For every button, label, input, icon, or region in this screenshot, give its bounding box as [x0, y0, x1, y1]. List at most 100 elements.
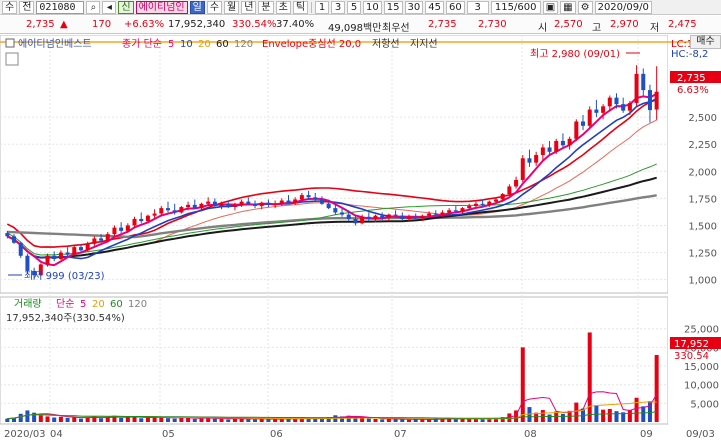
candle-body	[18, 242, 23, 256]
candle-body	[487, 201, 492, 205]
period-button-30[interactable]: 30	[404, 0, 424, 14]
legend-ma10: 10	[180, 39, 193, 50]
candle-body	[373, 215, 378, 219]
volume-bar	[634, 397, 639, 422]
chart-area[interactable]: 에이티넘인베스트 종가 단순 5 10 20 60 120 Envelope중심…	[0, 35, 721, 442]
volume-bar	[380, 419, 385, 422]
high-price: 2,970	[610, 19, 639, 30]
candle-body	[165, 208, 171, 211]
speaker-icon[interactable]: ◂	[102, 0, 117, 14]
volume-bar	[607, 408, 612, 422]
volume-bar	[627, 410, 632, 422]
candle-body	[574, 121, 579, 139]
change-percent: +6.63%	[124, 19, 165, 30]
period-button-15[interactable]: 15	[383, 0, 403, 14]
turnover: 37.40%	[276, 19, 315, 30]
candle-body	[306, 195, 311, 198]
candle-body	[581, 121, 586, 126]
volume-bar	[460, 419, 465, 422]
legend-checkbox[interactable]	[5, 38, 15, 48]
period-button-3[interactable]: 3	[331, 0, 346, 14]
volume-bar	[99, 418, 104, 422]
price-legend-ma-label: 종가 단순	[122, 38, 162, 50]
candle-body	[52, 255, 57, 260]
x-label-05: 05	[162, 429, 175, 440]
candle-body	[239, 201, 244, 205]
settings-icon[interactable]: ⚙	[577, 0, 593, 14]
price-type-button[interactable]: 수	[2, 0, 18, 14]
chart-toolbar: 수 전 021080 ⌕ ◂ 신 에이티넘인 일 수 월 년 분 초 틱 1 3…	[0, 0, 721, 15]
volume-bar	[165, 418, 171, 422]
tab-daily[interactable]: 일	[189, 0, 205, 14]
volume: 17,952,340	[168, 19, 226, 30]
candle-body	[493, 199, 499, 202]
stock-code-input[interactable]: 021080	[36, 0, 85, 14]
tab-second[interactable]: 초	[275, 0, 291, 14]
search-icon[interactable]: ⌕	[86, 0, 101, 14]
buy-button[interactable]: 매수	[690, 35, 721, 49]
quote-bar: 2,735 ▲ 170 +6.63% 17,952,340 330.54% 37…	[0, 16, 721, 34]
candle-body	[480, 203, 485, 205]
candle-body	[420, 215, 425, 218]
price-volume-chart[interactable]: 에이티넘인베스트 종가 단순 5 10 20 60 120 Envelope중심…	[0, 35, 721, 442]
volume-bar	[226, 419, 231, 422]
count-field[interactable]: 115/600	[490, 0, 541, 14]
grid-icon[interactable]: ▦	[560, 0, 576, 14]
volume-bar	[547, 414, 552, 422]
volume-bar	[453, 419, 458, 422]
candle-body	[527, 158, 532, 163]
low-price: 2,475	[668, 19, 697, 30]
volume-bar	[266, 419, 271, 422]
date-field[interactable]: 2020/09/0	[594, 0, 652, 14]
legend-ma120: 120	[234, 39, 253, 50]
stock-name-tag[interactable]: 신	[118, 0, 134, 14]
volume-bar	[145, 417, 150, 422]
candle-body	[460, 208, 465, 212]
candle-body	[12, 236, 17, 243]
x-label-08: 08	[524, 429, 537, 440]
volume-bar	[520, 347, 525, 422]
stock-name-label[interactable]: 에이티넘인	[135, 0, 188, 14]
period-button-45[interactable]: 45	[425, 0, 444, 14]
volume-bar	[594, 405, 599, 422]
period-button-1[interactable]: 1	[315, 0, 330, 14]
market-button[interactable]: 전	[19, 0, 35, 14]
tab-weekly[interactable]: 수	[206, 0, 223, 14]
volume-bar	[152, 417, 157, 422]
period-select[interactable]: 3	[466, 0, 489, 14]
current-volume-tag-text: 17,952	[674, 339, 709, 350]
lock-icon[interactable]: ▣	[542, 0, 559, 14]
period-button-60[interactable]: 60	[445, 0, 465, 14]
candle-body	[145, 215, 150, 222]
volume-summary: 17,952,340주(330.54%)	[6, 313, 125, 324]
x-axis: 2020/03 04 05 06 07 08 09 09/03	[4, 429, 715, 440]
tab-yearly[interactable]: 년	[241, 0, 257, 14]
candle-body	[433, 213, 438, 215]
volume-bar	[413, 419, 418, 422]
volume-tick-label: 15,000	[684, 362, 719, 373]
volume-bar	[560, 413, 565, 422]
candle-body	[72, 247, 77, 255]
candle-body	[393, 214, 398, 216]
candle-body	[246, 201, 251, 204]
period-button-10[interactable]: 10	[363, 0, 382, 14]
grid-toggle-icon[interactable]	[5, 52, 19, 66]
volume-legend-ma120: 120	[128, 299, 147, 310]
volume-bar	[273, 419, 278, 422]
volume-bar	[373, 419, 378, 422]
volume-bar	[406, 419, 411, 422]
tab-monthly[interactable]: 월	[224, 0, 240, 14]
tab-tick[interactable]: 틱	[292, 0, 309, 14]
candle-body	[560, 140, 565, 146]
candle-body	[85, 243, 90, 251]
candle-body	[366, 216, 371, 219]
candle-body	[293, 199, 298, 203]
candle-body	[65, 252, 70, 255]
price-tick-label: 2,250	[688, 140, 717, 151]
volume-legend-ma20: 20	[92, 299, 105, 310]
candle-body	[179, 207, 184, 213]
period-button-5[interactable]: 5	[347, 0, 362, 14]
candle-body	[279, 200, 284, 204]
tab-minute[interactable]: 분	[258, 0, 274, 14]
candle-body	[192, 204, 197, 209]
